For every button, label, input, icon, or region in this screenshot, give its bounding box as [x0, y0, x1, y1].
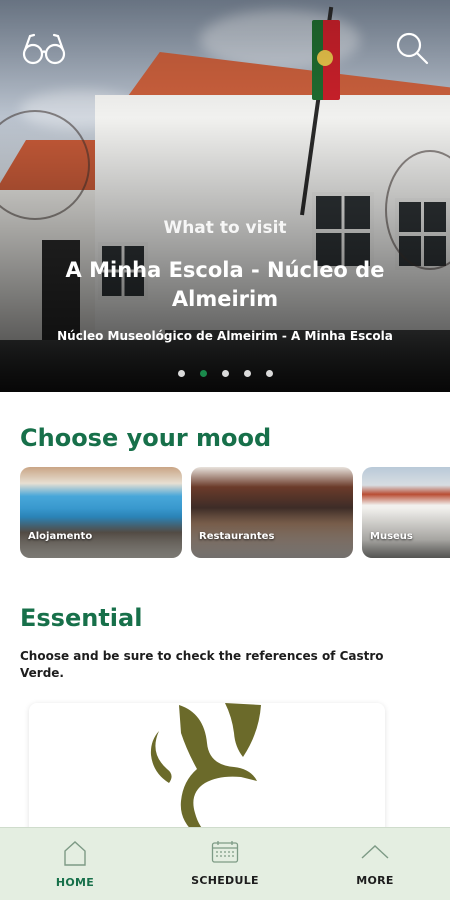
hero-carousel[interactable]: What to visit A Minha Escola - Núcleo de… — [0, 0, 450, 392]
nav-schedule[interactable]: SCHEDULE — [150, 828, 300, 900]
essential-description: Choose and be sure to check the referenc… — [20, 649, 384, 680]
mood-card-label: Museus — [370, 531, 413, 542]
hero-subtitle: Núcleo Museológico de Almeirim - A Minha… — [57, 329, 393, 343]
mood-card-alojamento[interactable]: Alojamento — [20, 467, 182, 558]
card-overlay — [191, 467, 353, 558]
chevron-up-icon — [361, 845, 389, 859]
mood-carousel[interactable]: Alojamento Restaurantes Museus — [20, 467, 450, 559]
nav-more[interactable]: MORE — [300, 828, 450, 900]
mood-section-title: Choose your mood — [20, 424, 272, 452]
card-overlay — [20, 467, 182, 558]
essential-card[interactable] — [29, 703, 385, 843]
nav-more-label: MORE — [356, 874, 394, 887]
calendar-icon — [211, 841, 239, 863]
carousel-dot[interactable] — [177, 370, 185, 377]
mood-card-restaurantes[interactable]: Restaurantes — [191, 467, 353, 558]
carousel-indicator — [0, 370, 450, 377]
bottom-navigation: HOME SCHEDULE MORE — [0, 827, 450, 900]
essential-section-title: Essential — [20, 604, 143, 632]
carousel-dot[interactable] — [221, 370, 229, 377]
nav-home[interactable]: HOME — [0, 828, 150, 900]
mood-card-label: Alojamento — [28, 531, 93, 542]
hero-category: What to visit — [163, 218, 287, 238]
nav-schedule-label: SCHEDULE — [191, 874, 259, 887]
carousel-dot[interactable] — [243, 370, 251, 377]
nav-home-label: HOME — [55, 876, 95, 889]
glasses-icon[interactable] — [20, 28, 68, 68]
carousel-dot-active[interactable] — [199, 370, 207, 377]
mood-card-museus[interactable]: Museus — [362, 467, 450, 558]
card-overlay — [362, 467, 450, 558]
hero-title[interactable]: A Minha Escola - Núcleo de Almeirim — [0, 256, 450, 314]
carousel-dot[interactable] — [265, 370, 273, 377]
essential-logo-image — [150, 703, 261, 835]
home-icon — [64, 841, 86, 866]
mood-card-label: Restaurantes — [199, 531, 275, 542]
search-icon[interactable] — [388, 28, 436, 68]
